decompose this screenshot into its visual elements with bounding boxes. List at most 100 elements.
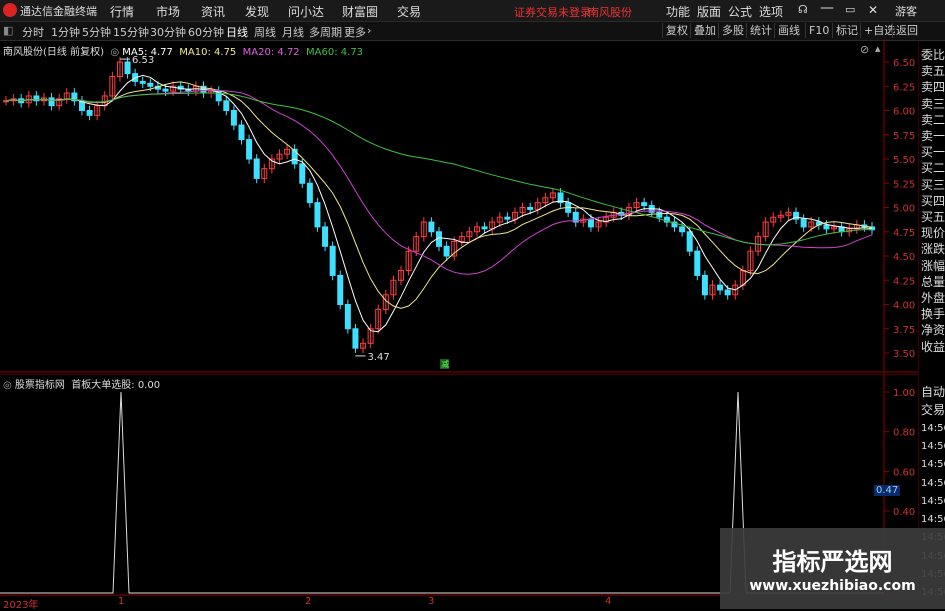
- zoom-icon[interactable]: ⊘: [860, 43, 869, 56]
- price-axis-label: 4.50: [893, 252, 915, 263]
- collapse-icon[interactable]: ◧: [3, 24, 13, 37]
- menu-options[interactable]: 选项: [759, 3, 783, 20]
- minimize-icon[interactable]: —: [820, 0, 834, 16]
- candle-body: [686, 231, 693, 252]
- indicator-axis-label: 0.80: [893, 428, 915, 439]
- btn-mark[interactable]: 标记: [832, 23, 861, 38]
- settings-circle-icon[interactable]: ◎: [107, 47, 119, 58]
- menu-ask[interactable]: 问小达: [288, 3, 324, 20]
- kline-chart[interactable]: 6.50 6.25 6.00 5.75 5.50 5.25 5.00 4.75 4.50 4.25…: [0, 41, 918, 373]
- price-axis-label: 5.75: [893, 131, 915, 142]
- menu-functions[interactable]: 功能: [666, 3, 690, 20]
- period-toolbar: ◧ 分时 1分钟 5分钟 15分钟 30分钟 60分钟 日线 周线 月线 多周期…: [0, 22, 945, 41]
- quote-field-label: 换手: [921, 307, 945, 322]
- period-15min[interactable]: 15分钟: [113, 24, 149, 40]
- btn-draw[interactable]: 画线: [774, 23, 803, 38]
- menu-news[interactable]: 资讯: [201, 3, 225, 20]
- quote-field-label: 卖三: [921, 96, 945, 111]
- candle-body: [481, 226, 488, 230]
- menu-wealth[interactable]: 财富圈: [342, 3, 378, 20]
- quote-field-label: 净资: [921, 323, 945, 338]
- candle-body: [299, 163, 306, 184]
- ma60-label: MA60: 4.73: [306, 47, 364, 58]
- date-axis-label: 4: [605, 596, 612, 607]
- close-icon[interactable]: ✕: [868, 3, 878, 17]
- candle-body: [246, 139, 253, 160]
- user-label[interactable]: 游客: [895, 3, 917, 19]
- period-5min[interactable]: 5分钟: [82, 24, 111, 40]
- btn-back[interactable]: 返回: [892, 23, 921, 38]
- price-axis-label: 4.25: [893, 276, 915, 287]
- period-monthly[interactable]: 月线: [282, 24, 304, 40]
- period-multi[interactable]: 多周期: [309, 24, 342, 40]
- expand-icon[interactable]: ▴: [875, 42, 881, 55]
- period-1min[interactable]: 1分钟: [51, 24, 80, 40]
- app-title: 通达信金融终端: [20, 5, 97, 18]
- kline-title: 南风股份(日线 前复权): [3, 47, 104, 58]
- btn-stats[interactable]: 统计: [746, 23, 775, 38]
- date-axis-label: 2: [305, 596, 312, 607]
- candle-body: [800, 218, 807, 228]
- quote-field-label: 买四: [921, 193, 945, 208]
- btn-f10[interactable]: F10: [805, 23, 832, 38]
- menu-discover[interactable]: 发现: [245, 3, 269, 20]
- candle-body: [306, 182, 313, 204]
- candle-body: [253, 158, 260, 179]
- chevron-right-icon[interactable]: ›: [367, 24, 371, 37]
- menu-bar: 通达信金融终端 行情 市场 资讯 发现 问小达 财富圈 交易 证券交易未登录 南…: [0, 0, 945, 22]
- indicator-name: 首板大单选股: 0.00: [71, 380, 161, 391]
- price-axis-label: 5.00: [893, 204, 915, 215]
- candle-body: [147, 82, 154, 87]
- quote-field-label: 收益: [921, 339, 945, 354]
- period-weekly[interactable]: 周线: [254, 24, 276, 40]
- watermark-url: www.xuezhibiao.com: [749, 578, 916, 594]
- period-daily[interactable]: 日线: [226, 24, 248, 40]
- menu-formula[interactable]: 公式: [728, 3, 752, 20]
- menu-trade[interactable]: 交易: [397, 3, 421, 20]
- restore-icon[interactable]: ▭: [845, 3, 855, 16]
- login-warning[interactable]: 证券交易未登录: [514, 4, 591, 20]
- quote-field-label: 卖二: [921, 112, 945, 127]
- candle-body: [527, 207, 534, 210]
- indicator-axis-label: 0.60: [893, 467, 915, 478]
- period-more[interactable]: 更多: [344, 24, 366, 40]
- candle-body: [48, 97, 55, 107]
- menu-market[interactable]: 市场: [156, 3, 180, 20]
- auto-trade-label[interactable]: 自动: [921, 385, 945, 399]
- price-axis-label: 5.25: [893, 179, 915, 190]
- period-30min[interactable]: 30分钟: [150, 24, 186, 40]
- candle-body: [504, 216, 511, 220]
- watermark-title: 指标严选网: [772, 548, 893, 576]
- candle-body: [230, 110, 237, 126]
- btn-adjust[interactable]: 复权: [662, 23, 691, 38]
- candle-body: [124, 61, 131, 75]
- quote-field-label: 总量: [921, 274, 945, 289]
- date-axis-label: 3: [428, 596, 435, 607]
- candle-body: [724, 289, 731, 296]
- menu-layout[interactable]: 版面: [697, 3, 721, 20]
- date-axis-label: 1: [118, 596, 125, 607]
- period-timeshare[interactable]: 分时: [22, 24, 44, 40]
- quote-field-label: 买一: [921, 145, 945, 160]
- auto-trade-label[interactable]: 交易: [921, 403, 945, 417]
- trade-time-label: 14:56: [921, 459, 945, 471]
- quote-field-label: 委比: [921, 48, 945, 62]
- period-60min[interactable]: 60分钟: [188, 24, 224, 40]
- btn-overlay[interactable]: 叠加: [690, 23, 719, 38]
- candle-body: [238, 124, 245, 141]
- menu-market-quotes[interactable]: 行情: [110, 3, 134, 20]
- indicator-settings-icon[interactable]: ◎: [3, 380, 15, 391]
- indicator-current-value: 0.47: [874, 485, 901, 496]
- price-axis-label: 4.00: [893, 301, 915, 312]
- candle-body: [679, 226, 686, 233]
- watermark: 指标严选网 www.xuezhibiao.com: [720, 528, 945, 609]
- candle-body: [162, 88, 169, 92]
- indicator-axis-label: 1.00: [893, 388, 915, 399]
- btn-multi-stock[interactable]: 多股: [718, 23, 747, 38]
- quote-field-label: 买五: [921, 210, 945, 224]
- price-axis-label: 5.50: [893, 155, 915, 166]
- candle-body: [344, 304, 351, 330]
- candle-body: [223, 100, 230, 111]
- headset-icon[interactable]: ☊: [798, 3, 808, 16]
- candle-body: [701, 274, 708, 296]
